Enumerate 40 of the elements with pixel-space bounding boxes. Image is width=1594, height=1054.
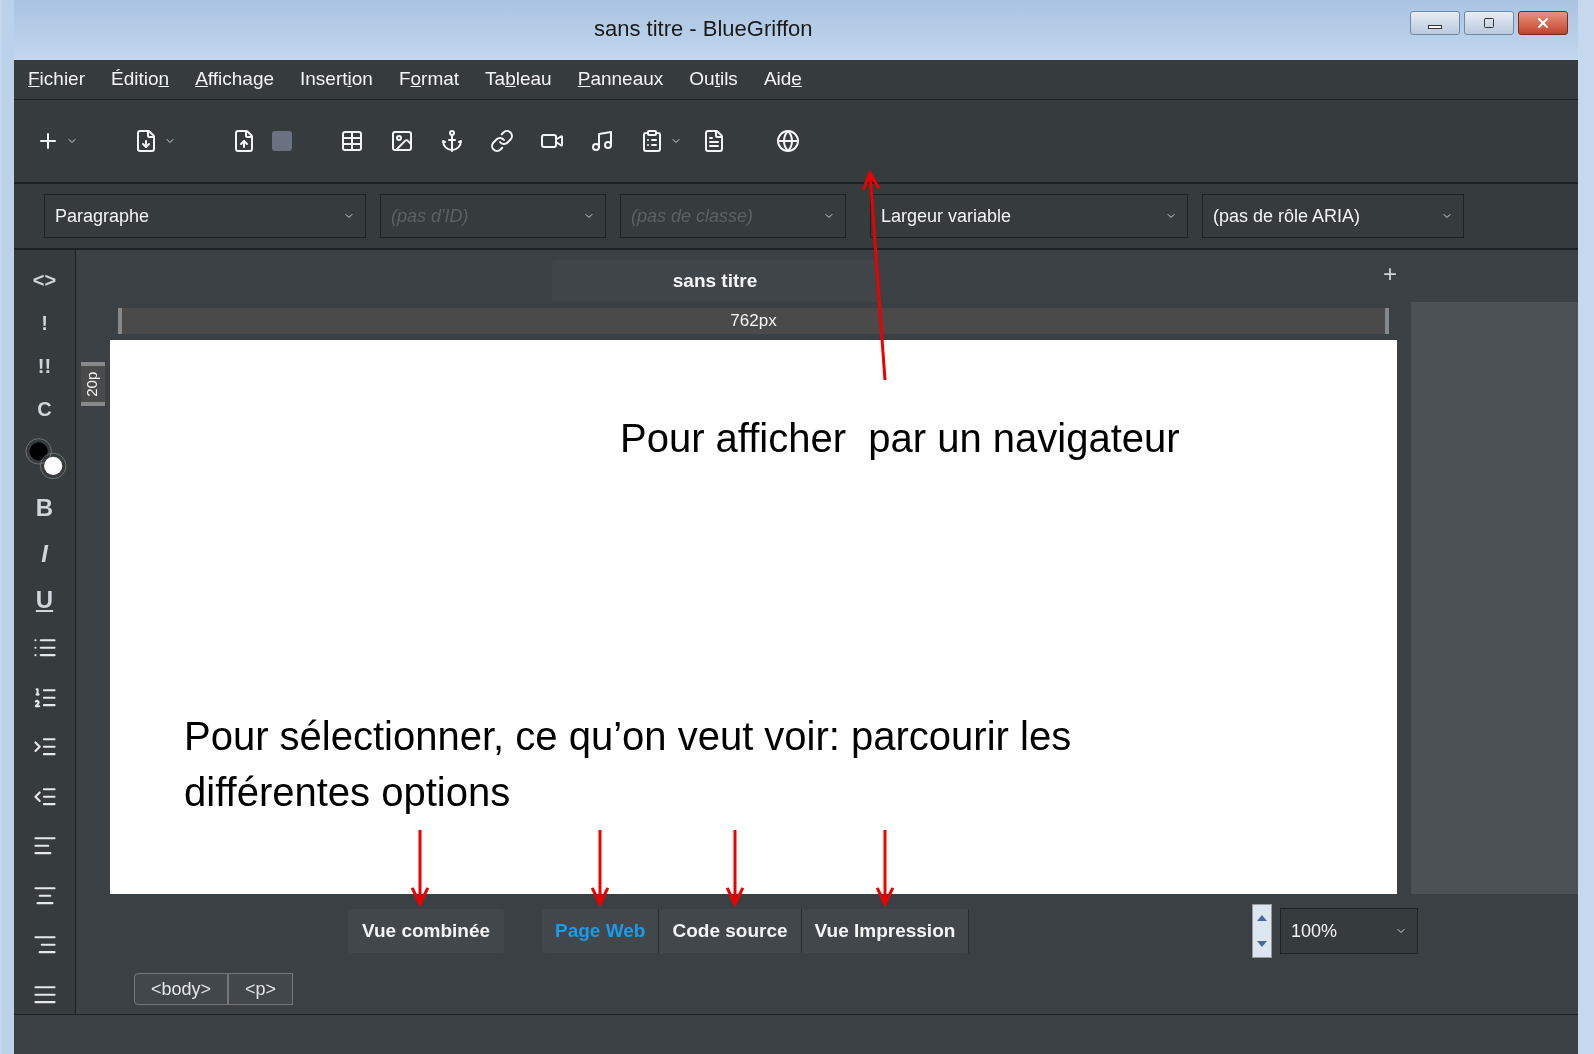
annotation-text: Pour sélectionner, ce qu’on veut voir: parcourir les différentes options: [184, 713, 1073, 816]
sidebar-tool[interactable]: U: [35, 582, 54, 619]
maximize-button[interactable]: [1464, 11, 1514, 35]
breadcrumb-item[interactable]: <p>: [228, 973, 294, 1005]
zoom-dropdown[interactable]: 100%: [1280, 908, 1418, 954]
menu-item[interactable]: Édition: [111, 65, 170, 94]
ruler-width: 762px: [730, 310, 777, 333]
minimize-button[interactable]: [1410, 11, 1460, 35]
zoom-spinner[interactable]: [1252, 904, 1272, 958]
minimize-icon: [1428, 25, 1442, 29]
menu-item[interactable]: Insertion: [300, 65, 373, 94]
breadcrumb-item[interactable]: <body>: [134, 973, 229, 1005]
menu-item[interactable]: Affichage: [195, 65, 274, 94]
sidebar-tool[interactable]: !: [41, 306, 48, 340]
sidebar-tool[interactable]: B: [35, 490, 54, 527]
close-button[interactable]: [1518, 11, 1568, 35]
menu-item[interactable]: Tableau: [485, 65, 552, 94]
ruler-height: 20p: [82, 371, 102, 397]
menu-item[interactable]: Fichier: [28, 65, 85, 94]
format-dropdown[interactable]: (pas de rôle ARIA): [1202, 194, 1464, 238]
format-dropdown[interactable]: Paragraphe: [44, 194, 366, 238]
format-dropdown[interactable]: Largeur variable: [870, 194, 1188, 238]
menu-item[interactable]: Panneaux: [577, 65, 664, 94]
maximize-icon: [1483, 17, 1495, 29]
view-tab[interactable]: Vue Impression: [801, 909, 970, 953]
view-tab[interactable]: Vue combinée: [348, 909, 505, 953]
document-tab[interactable]: sans titre: [552, 260, 878, 302]
sidebar-tool[interactable]: <>: [32, 264, 57, 297]
window-title: sans titre - BlueGriffon: [594, 15, 813, 43]
add-tab-button[interactable]: +: [1383, 256, 1397, 292]
sidebar-tool[interactable]: C: [37, 392, 52, 425]
menu-item[interactable]: Aide: [763, 65, 802, 94]
menu-item[interactable]: Outils: [689, 65, 738, 94]
sidebar-tool[interactable]: !!: [37, 349, 52, 383]
annotation-text: Pour afficher par un navigateur: [620, 415, 1180, 462]
view-tab[interactable]: Code source: [659, 909, 802, 953]
page-canvas[interactable]: [110, 340, 1397, 894]
close-icon: [1535, 15, 1551, 31]
sidebar-tool[interactable]: I: [41, 536, 48, 573]
menu-item[interactable]: Format: [398, 65, 460, 94]
